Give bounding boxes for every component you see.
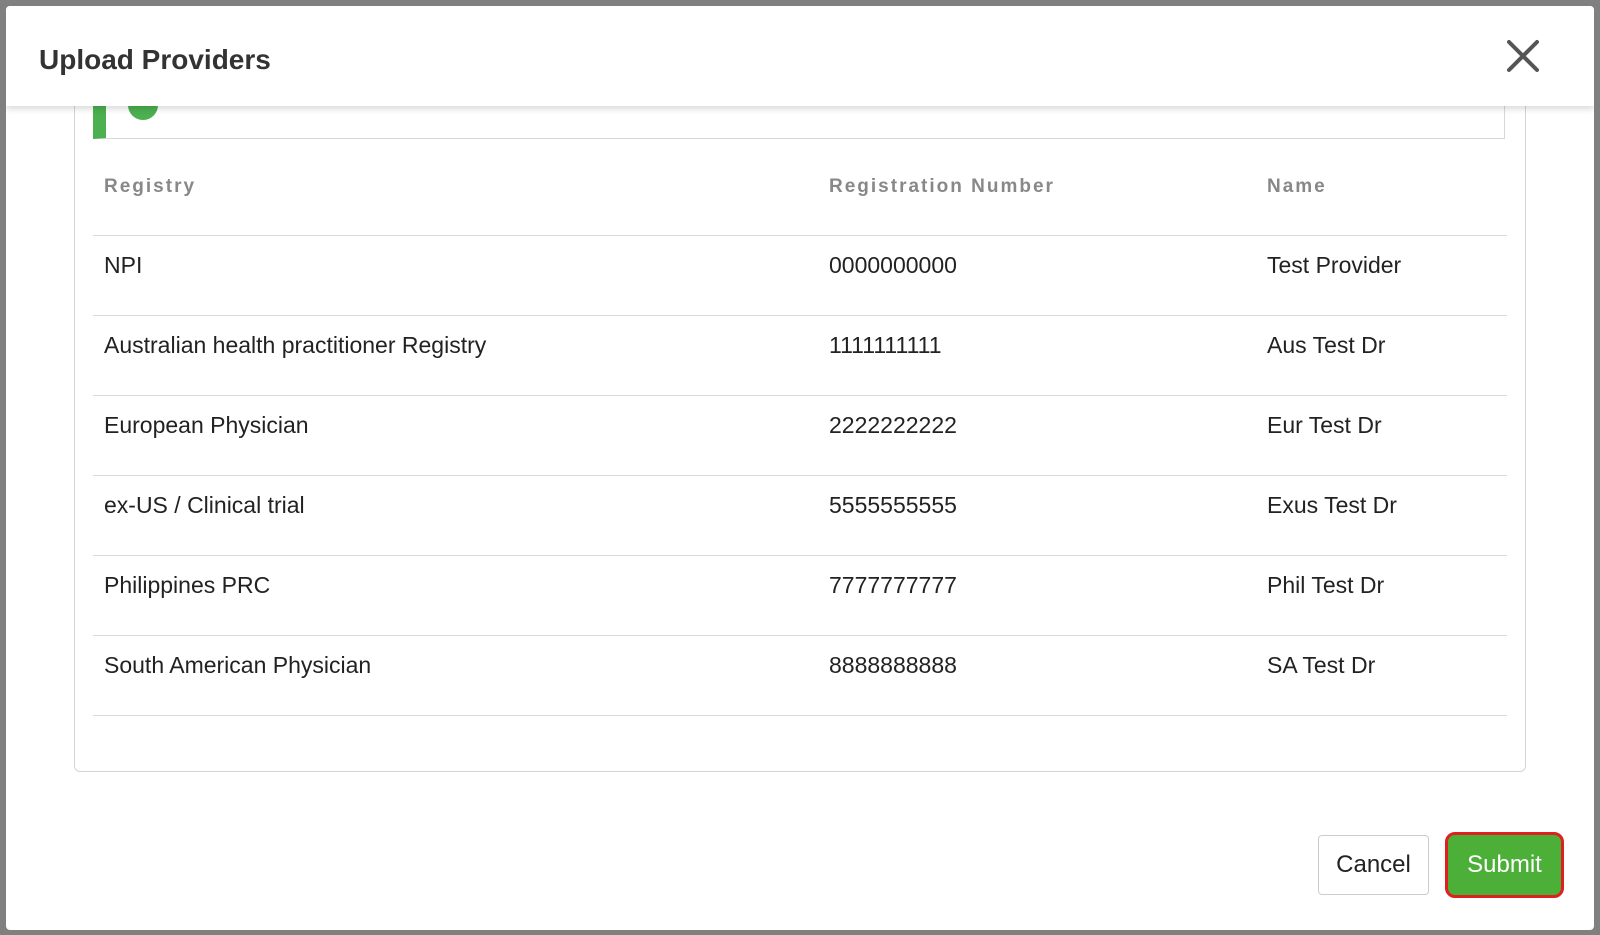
table-row: Philippines PRC 7777777777 Phil Test Dr — [93, 555, 1507, 636]
table-row: South American Physician 8888888888 SA T… — [93, 635, 1507, 716]
registration-number-cell: 0000000000 — [818, 235, 1256, 316]
providers-table: Registry Registration Number Name NPI 00… — [93, 139, 1507, 716]
table-row: NPI 0000000000 Test Provider — [93, 235, 1507, 316]
dialog-title: Upload Providers — [39, 44, 271, 75]
cancel-button[interactable]: Cancel — [1318, 835, 1429, 895]
column-header-name: Name — [1256, 139, 1507, 236]
provider-name-cell: SA Test Dr — [1256, 635, 1507, 716]
close-icon — [1507, 40, 1539, 72]
registration-number-cell: 7777777777 — [818, 555, 1256, 636]
provider-name-cell: Eur Test Dr — [1256, 395, 1507, 476]
table-row: ex-US / Clinical trial 5555555555 Exus T… — [93, 475, 1507, 556]
dialog-header: Upload Providers — [6, 6, 1594, 106]
column-header-registry: Registry — [93, 139, 818, 236]
provider-name-cell: Exus Test Dr — [1256, 475, 1507, 556]
column-header-registration-number: Registration Number — [818, 139, 1256, 236]
registration-number-cell: 1111111111 — [818, 315, 1256, 396]
submit-button[interactable]: Submit — [1445, 832, 1564, 898]
upload-providers-dialog: Upload Providers Registry Registration N… — [6, 6, 1594, 930]
provider-name-cell: Aus Test Dr — [1256, 315, 1507, 396]
close-button[interactable] — [1503, 36, 1543, 76]
table-row: Australian health practitioner Registry … — [93, 315, 1507, 396]
table-header-row: Registry Registration Number Name — [93, 139, 1507, 236]
provider-name-cell: Phil Test Dr — [1256, 555, 1507, 636]
registry-cell: ex-US / Clinical trial — [93, 475, 818, 556]
registry-cell: European Physician — [93, 395, 818, 476]
table-row: European Physician 2222222222 Eur Test D… — [93, 395, 1507, 476]
registry-cell: Australian health practitioner Registry — [93, 315, 818, 396]
registry-cell: South American Physician — [93, 635, 818, 716]
registration-number-cell: 5555555555 — [818, 475, 1256, 556]
registry-cell: NPI — [93, 235, 818, 316]
provider-name-cell: Test Provider — [1256, 235, 1507, 316]
registration-number-cell: 2222222222 — [818, 395, 1256, 476]
providers-panel: Registry Registration Number Name NPI 00… — [74, 46, 1526, 772]
registration-number-cell: 8888888888 — [818, 635, 1256, 716]
registry-cell: Philippines PRC — [93, 555, 818, 636]
